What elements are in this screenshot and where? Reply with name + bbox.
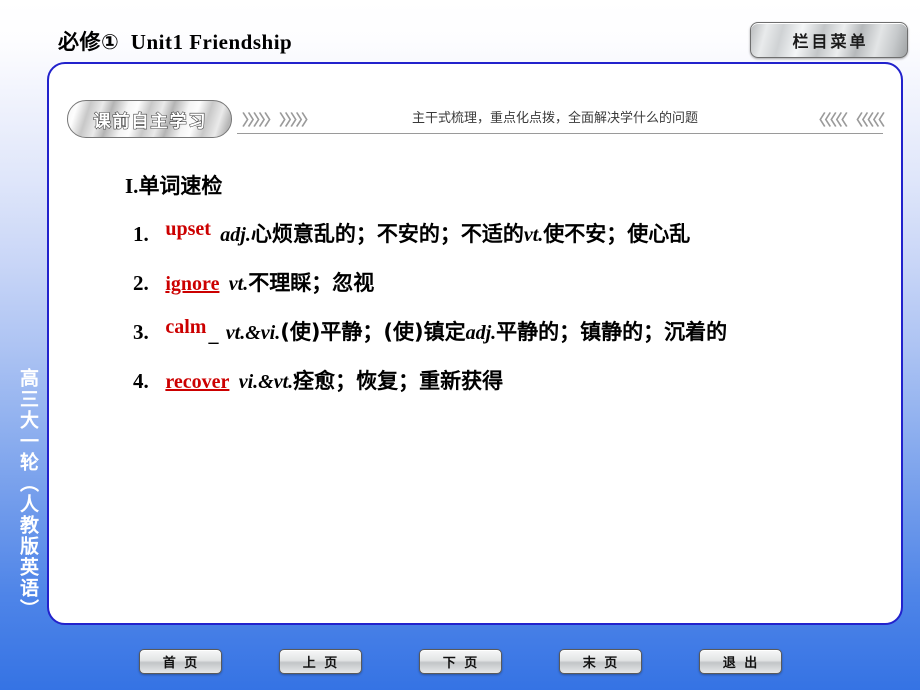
series-vertical-label: 高三大一轮（人教版英语） [17, 368, 39, 620]
content-heading-text: 单词速检 [138, 174, 223, 198]
part-of-speech: adj. [465, 322, 497, 344]
unit-title: Unit1 Friendship [130, 30, 293, 54]
chevrons-left-icon: 〈〈〈〈〈 〈〈〈〈〈 [810, 112, 885, 129]
nav-button-first-page[interactable]: 首 页 [138, 649, 222, 674]
word-answer: calm [165, 316, 207, 338]
nav-button-previous-page[interactable]: 上 页 [278, 649, 362, 674]
chevrons-right-icon: 〉〉〉〉〉 〉〉〉〉〉 [242, 112, 316, 129]
word-answer: recover [165, 371, 230, 393]
footer-navigation: 首 页上 页下 页末 页退 出 [0, 649, 920, 674]
lesson-body: I.单词速检 1. upset adj.心烦意乱的；不安的；不适的vt.使不安；… [63, 162, 887, 406]
word-answer: upset [165, 218, 211, 240]
book-volume: 必修① [58, 30, 120, 54]
section-menu-button[interactable]: 栏目菜单 [750, 22, 908, 58]
word-entry: 2. ignore vt.不理睬；忽视 [63, 259, 887, 308]
nav-button-label: 首 页 [162, 656, 200, 671]
nav-button-label: 下 页 [442, 656, 480, 671]
word-entry-index: 2. [133, 271, 149, 295]
word-entry: 4. recover vi.&vt.痊愈；恢复；重新获得 [63, 357, 887, 406]
definition-text: 使不安；使心乱 [543, 222, 691, 246]
definition-text: 不理睬；忽视 [248, 271, 375, 295]
word-entry-list: 1. upset adj.心烦意乱的；不安的；不适的vt.使不安；使心乱 2. i… [63, 210, 887, 406]
nav-button-label: 退 出 [722, 656, 760, 671]
section-badge-label: 课前自主学习 [93, 111, 208, 132]
part-of-speech: vt. [523, 224, 544, 246]
banner-divider [237, 133, 883, 134]
word-entry-index: 1. [133, 222, 149, 246]
definition-text: 心烦意乱的；不安的；不适的 [250, 222, 524, 246]
word-answer: ignore [165, 273, 220, 295]
section-menu-button-label: 栏目菜单 [792, 32, 869, 51]
nav-button-exit[interactable]: 退 出 [698, 649, 782, 674]
word-entry: 1. upset adj.心烦意乱的；不安的；不适的vt.使不安；使心乱 [63, 210, 887, 259]
word-entry-index: 3. [133, 320, 149, 344]
nav-button-label: 上 页 [302, 656, 340, 671]
definition-text: 痊愈；恢复；重新获得 [293, 369, 504, 393]
part-of-speech: adj. [220, 224, 251, 246]
nav-button-next-page[interactable]: 下 页 [418, 649, 502, 674]
word-entry-index: 4. [133, 369, 149, 393]
definition-text: 平静的；镇静的；沉着的 [496, 320, 728, 344]
nav-button-label: 末 页 [582, 656, 620, 671]
part-of-speech: vt. [228, 273, 249, 295]
part-of-speech: vt.&vi. [225, 322, 281, 344]
word-blank-line: _ [208, 324, 219, 346]
word-entry: 3. calm _ vt.&vi.(使)平静；(使)镇定adj.平静的；镇静的；沉… [63, 308, 887, 357]
part-of-speech: vi.&vt. [238, 371, 294, 393]
section-banner: 课前自主学习 〉〉〉〉〉 〉〉〉〉〉 主干式梳理，重点化点拨，全面解决学什么的问… [67, 100, 885, 144]
definition-text: (使)平静；(使)镇定 [280, 320, 466, 344]
content-panel: 课前自主学习 〉〉〉〉〉 〉〉〉〉〉 主干式梳理，重点化点拨，全面解决学什么的问… [47, 62, 903, 625]
nav-button-last-page[interactable]: 末 页 [558, 649, 642, 674]
section-caption: 主干式梳理，重点化点拨，全面解决学什么的问题 [412, 111, 699, 126]
slide-root: 必修① Unit1 Friendship 栏目菜单 高三大一轮（人教版英语） 课… [0, 0, 920, 690]
section-badge: 课前自主学习 [67, 100, 232, 138]
content-heading: I.单词速检 [63, 162, 887, 210]
content-heading-number: I. [125, 174, 139, 198]
page-title: 必修① Unit1 Friendship [58, 26, 292, 56]
